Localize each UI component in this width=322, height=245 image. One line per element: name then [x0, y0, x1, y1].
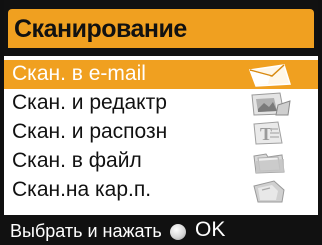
memory-card-icon — [253, 180, 285, 203]
svg-text:T: T — [260, 124, 272, 144]
menu-item-label: Скан. и распозн — [12, 120, 168, 143]
footer-hint-bar: Выбрать и нажать OK — [0, 215, 322, 245]
scan-menu-screen: Сканирование Скан. в e-mail Скан. и реда… — [0, 0, 322, 245]
menu-item-scan-to-email[interactable]: Скан. в e-mail — [4, 60, 318, 89]
image-edit-icon — [251, 92, 291, 116]
menu-item-label: Скан.на кар.п. — [12, 178, 152, 201]
ok-button-icon — [170, 224, 186, 240]
footer-hint-text: Выбрать и нажать — [10, 221, 162, 241]
text-ocr-icon: T — [253, 121, 283, 145]
menu-item-label: Скан. в e-mail — [12, 62, 146, 85]
menu-item-scan-to-edit[interactable]: Скан. и редактр — [4, 89, 318, 118]
menu-item-label: Скан. и редактр — [12, 91, 167, 114]
menu-item-scan-to-file[interactable]: Скан. в файл — [4, 147, 318, 176]
menu-item-scan-to-ocr[interactable]: Скан. и распозн T — [4, 118, 318, 147]
scan-menu: Скан. в e-mail Скан. и редактр Скан. и р… — [4, 60, 318, 205]
menu-item-label: Скан. в файл — [12, 149, 142, 172]
email-envelope-icon — [248, 64, 292, 87]
menu-item-scan-to-card[interactable]: Скан.на кар.п. — [4, 176, 318, 205]
ok-label: OK — [195, 218, 226, 241]
folder-file-icon — [253, 153, 285, 174]
